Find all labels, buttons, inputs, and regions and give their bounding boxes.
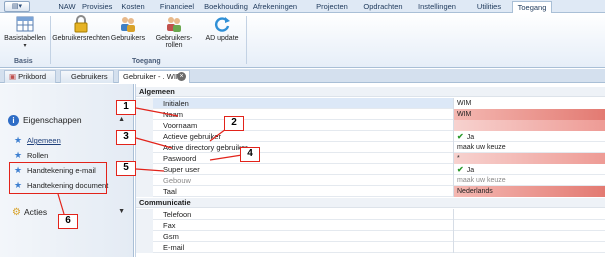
users-icon xyxy=(121,17,135,32)
checkmark-icon: ✔ xyxy=(457,132,464,141)
tab-financieel[interactable]: Financieel xyxy=(158,1,196,13)
lock-icon xyxy=(74,15,88,33)
fax-field[interactable] xyxy=(453,220,605,231)
tab-afrekeningen[interactable]: Afrekeningen xyxy=(252,1,298,13)
telefoon-field[interactable] xyxy=(453,209,605,220)
tab-utilities[interactable]: Utilities xyxy=(474,1,504,13)
property-row-fax[interactable]: Fax xyxy=(135,220,605,231)
group-label-basis: Basis xyxy=(14,58,33,65)
pin-icon: ▣ xyxy=(9,72,17,81)
ribbon-panel: Basistabellen ▾ Basis Gebruikersrechten … xyxy=(0,13,605,68)
eigenschappen-header[interactable]: i Eigenschappen xyxy=(8,115,82,127)
ribbon-tab-bar: ▤▾ NAW Provisies Kosten Financieel Boekh… xyxy=(0,0,605,13)
application-menu-button[interactable]: ▤▾ xyxy=(4,1,30,12)
callout-2: 2 xyxy=(224,116,244,131)
document-tab-bar: ▣ Prikbord Gebruikers Gebruiker - . WIM × xyxy=(0,69,605,83)
tab-naw[interactable]: NAW xyxy=(54,1,80,13)
property-row-super-user[interactable]: Super user ✔ Ja xyxy=(135,164,605,175)
user-roles-icon xyxy=(167,17,181,32)
gsm-field[interactable] xyxy=(453,231,605,242)
property-row-taal[interactable]: Taal Nederlands xyxy=(135,186,605,197)
close-tab-icon[interactable]: × xyxy=(177,72,186,81)
group-label-toegang: Toegang xyxy=(132,58,161,65)
nav-item-rollen[interactable]: ★ Rollen xyxy=(14,150,48,162)
voornaam-field[interactable] xyxy=(453,120,605,131)
tab-toegang[interactable]: Toegang xyxy=(512,1,552,13)
naam-field[interactable]: WIM xyxy=(453,109,605,120)
active-directory-field[interactable]: maak uw keuze xyxy=(453,142,605,153)
taal-field[interactable]: Nederlands xyxy=(453,186,605,197)
group-separator xyxy=(246,16,247,64)
tab-instellingen[interactable]: Instellingen xyxy=(414,1,460,13)
property-row-actieve-gebruiker[interactable]: Actieve gebruiker ✔ Ja xyxy=(135,131,605,142)
property-grid: Algemeen Initialen WIM Naam WIM Voornaam… xyxy=(135,84,605,257)
group-separator xyxy=(50,16,51,64)
tab-kosten[interactable]: Kosten xyxy=(118,1,148,13)
property-row-email[interactable]: E-mail xyxy=(135,242,605,253)
property-row-active-directory[interactable]: Active directory gebruiker maak uw keuze xyxy=(135,142,605,153)
highlight-box xyxy=(9,162,107,194)
basistabellen-button[interactable]: Basistabellen ▾ xyxy=(2,15,48,49)
dropdown-arrow-icon: ▾ xyxy=(23,43,27,49)
expand-chevron-icon[interactable]: ▼ xyxy=(118,208,125,215)
actions-icon: ⚙ xyxy=(12,207,21,218)
tab-opdrachten[interactable]: Opdrachten xyxy=(360,1,406,13)
doc-tab-prikbord[interactable]: ▣ Prikbord xyxy=(4,70,56,83)
tab-provisies[interactable]: Provisies xyxy=(82,1,112,13)
gebouw-field: maak uw keuze xyxy=(453,175,605,186)
initialen-field[interactable]: WIM xyxy=(453,98,605,109)
gebruikers-button[interactable]: Gebruikers xyxy=(110,15,146,42)
property-row-gsm[interactable]: Gsm xyxy=(135,231,605,242)
gebruikers-rollen-button[interactable]: Gebruikers-rollen xyxy=(148,15,200,49)
tab-projecten[interactable]: Projecten xyxy=(312,1,352,13)
collapse-chevron-icon[interactable]: ▲ xyxy=(118,116,125,123)
actieve-gebruiker-field[interactable]: ✔ Ja xyxy=(453,131,605,142)
callout-1: 1 xyxy=(116,100,136,115)
nav-item-algemeen[interactable]: ★ Algemeen xyxy=(14,135,61,147)
doc-tab-gebruikers[interactable]: Gebruikers xyxy=(60,70,114,83)
doc-tab-gebruiker-wim[interactable]: Gebruiker - . WIM × xyxy=(118,70,190,83)
super-user-field[interactable]: ✔ Ja xyxy=(453,164,605,175)
star-icon: ★ xyxy=(14,135,23,145)
acties-header[interactable]: ⚙ Acties xyxy=(12,207,47,218)
property-row-paswoord[interactable]: Paswoord * xyxy=(135,153,605,164)
group-row-communicatie[interactable]: Communicatie xyxy=(135,198,605,208)
paswoord-field[interactable]: * xyxy=(453,153,605,164)
property-row-telefoon[interactable]: Telefoon xyxy=(135,209,605,220)
ad-update-button[interactable]: AD update xyxy=(202,15,242,42)
checkmark-icon: ✔ xyxy=(457,165,464,174)
callout-5: 5 xyxy=(116,161,136,176)
email-field[interactable] xyxy=(453,242,605,253)
info-icon: i xyxy=(8,115,19,127)
callout-3: 3 xyxy=(116,130,136,145)
group-row-algemeen[interactable]: Algemeen xyxy=(135,87,605,97)
callout-6: 6 xyxy=(58,214,78,229)
table-icon xyxy=(16,16,34,32)
star-icon: ★ xyxy=(14,150,23,160)
property-row-initialen[interactable]: Initialen WIM xyxy=(135,98,605,109)
tab-boekhouding[interactable]: Boekhouding xyxy=(204,1,248,13)
left-navigation-pane: i Eigenschappen ▲ ★ Algemeen ★ Rollen ★ Hand… xyxy=(0,84,134,257)
refresh-icon xyxy=(215,17,230,32)
gebruikersrechten-button[interactable]: Gebruikersrechten xyxy=(52,15,110,42)
property-row-naam[interactable]: Naam WIM xyxy=(135,109,605,120)
callout-4: 4 xyxy=(240,147,260,162)
property-row-gebouw: Gebouw maak uw keuze xyxy=(135,175,605,186)
property-row-voornaam[interactable]: Voornaam xyxy=(135,120,605,131)
